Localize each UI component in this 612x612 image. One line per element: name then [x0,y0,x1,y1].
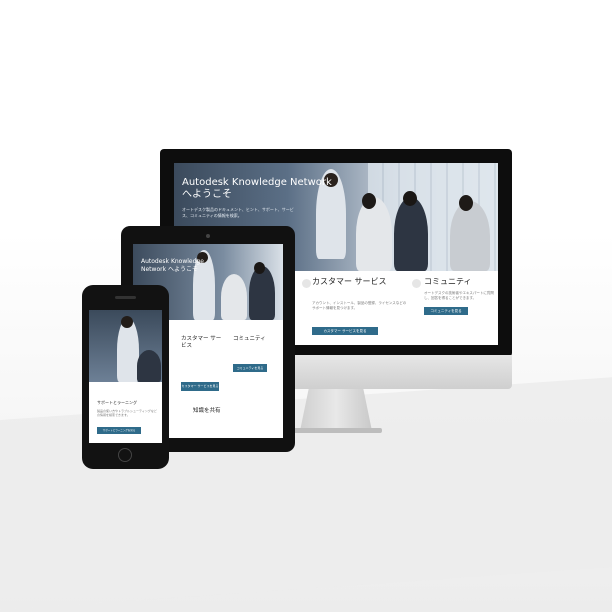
card-title-customer-service: カスタマー サービス [181,336,222,349]
card-title-support-learning: サポートとラーニング [97,400,137,405]
hero-person [221,274,247,320]
phone-home-button[interactable] [118,448,132,462]
hero-person-head [362,193,376,209]
hero-person-head [121,316,133,328]
customer-service-icon [302,279,311,288]
imac-hero-title: Autodesk Knowledge Network へようこそ [182,177,332,201]
card-title-community: コミュニティ [233,336,266,342]
apple-logo-icon [328,364,344,380]
hero-title-line: Autodesk Knowledge [141,258,204,265]
card-text-support-learning: 製品の使い方やトラブルシューティングなどの情報を検索できます。 [97,409,157,417]
phone-device: サポートとラーニング 製品の使い方やトラブルシューティングなどの情報を検索できま… [82,285,169,469]
hero-person [394,197,428,271]
hero-person [137,350,161,382]
imac-stand-foot [290,428,382,433]
hero-title-line: Network へようこそ [141,266,198,273]
imac-hero-subtitle: オートデスク製品のドキュメント、ヒント、サポート、サービス、コミュニティの情報を… [182,207,294,218]
phone-speaker [115,296,136,299]
hero-title-line: へようこそ [182,189,232,200]
section-title-share-knowledge: 知識を共有 [193,408,221,414]
phone-hero [89,310,162,382]
hero-person-head [254,262,265,274]
card-title-community: コミュニティ [424,277,472,286]
card-text-community: オートデスクの技術者やエキスパートに質問し、回答を得ることができます。 [424,291,494,300]
community-button[interactable]: コミュニティを見る [424,307,468,315]
community-button[interactable]: コミュニティを見る [233,364,267,372]
card-title-customer-service: カスタマー サービス [312,277,387,286]
tablet-camera [206,234,210,238]
community-icon [412,279,421,288]
customer-service-button[interactable]: カスタマー サービスを見る [181,382,219,391]
tablet-cards: カスタマー サービス コミュニティ カスタマー サービスを見る コミュニティを見… [177,324,283,420]
hero-person-head [459,195,473,211]
customer-service-button[interactable]: カスタマー サービスを見る [312,327,378,335]
hero-person-head [403,191,417,206]
hero-title-line: Autodesk Knowledge Network [182,177,332,188]
imac-stand [300,389,372,431]
hero-person [450,201,490,271]
support-learning-button[interactable]: サポートとラーニングを見る [97,427,141,434]
card-text-customer-service: アカウント、インストール、製品の登録、ライセンスなどのサポート情報を見つけます。 [312,301,407,310]
phone-screen: サポートとラーニング 製品の使い方やトラブルシューティングなどの情報を検索できま… [89,310,162,443]
hero-person [356,197,392,271]
tablet-hero-title: Autodesk Knowledge Network へようこそ [141,258,204,274]
hero-person [249,266,275,320]
